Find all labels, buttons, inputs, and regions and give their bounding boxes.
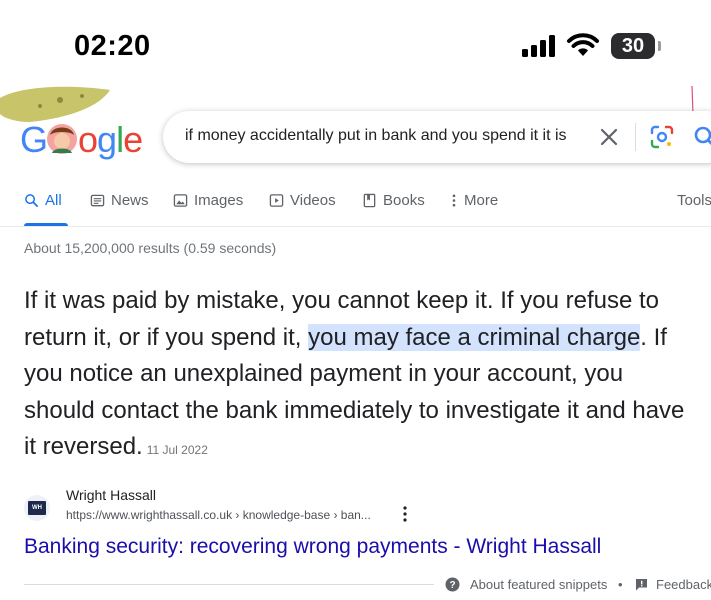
more-vert-icon [452,194,456,207]
image-icon [173,194,188,207]
logo-letter-l: l [116,119,124,160]
tab-label: All [45,192,62,209]
about-featured-snippets-link[interactable]: About featured snippets [470,577,607,592]
search-submit-icon[interactable] [692,124,711,150]
feedback-icon[interactable] [635,578,648,591]
video-icon [269,194,284,207]
result-stats: About 15,200,000 results (0.59 seconds) [24,240,277,256]
tab-all[interactable]: All [24,192,62,209]
cellular-signal-icon [522,35,555,57]
logo-letter-e: e [123,119,143,160]
tab-label: Tools [677,192,711,209]
source-favicon[interactable]: WH [24,495,50,521]
google-logo[interactable]: Gogle [20,119,143,161]
footer-separator: • [618,577,623,592]
snippet-highlight: you may face a criminal charge [308,323,641,351]
status-time: 02:20 [74,30,151,62]
active-tab-indicator [24,223,68,226]
tab-label: News [111,192,149,209]
help-icon[interactable]: ? [445,577,460,592]
tab-news[interactable]: News [90,192,149,209]
google-lens-icon[interactable] [649,124,675,150]
search-divider [635,123,636,151]
doodle-portrait-icon [47,124,77,154]
tab-images[interactable]: Images [173,192,243,209]
tab-tools[interactable]: Tools [677,192,711,209]
snippet-date: 11 Jul 2022 [146,443,208,457]
status-bar: 02:20 30 [0,0,711,84]
result-title-link[interactable]: Banking security: recovering wrong payme… [24,535,601,559]
logo-letter-o: o [78,119,98,160]
tab-label: More [464,192,499,209]
tab-videos[interactable]: Videos [269,192,336,209]
search-input[interactable]: if money accidentally put in bank and yo… [185,127,585,145]
favicon-logo: WH [28,501,46,515]
source-name[interactable]: Wright Hassall [66,487,156,503]
doodle-decoration [0,86,110,122]
feedback-link[interactable]: Feedback [656,577,711,592]
footer-divider [24,584,434,585]
more-options-icon[interactable] [398,505,412,523]
pink-stroke-decoration [691,86,694,114]
battery-nub [658,41,661,51]
tab-label: Videos [290,192,336,209]
news-icon [90,194,105,207]
tab-books[interactable]: Books [362,192,425,209]
wifi-icon [567,33,599,56]
clear-icon[interactable] [598,126,620,148]
search-box[interactable]: if money accidentally put in bank and yo… [163,111,711,163]
logo-letter-g2: g [97,119,117,160]
tab-label: Images [194,192,244,209]
tab-more[interactable]: More [450,192,498,209]
battery-indicator: 30 [611,33,655,59]
book-icon [363,193,376,208]
search-tabs: All News Images Videos Books More Tools [0,186,711,227]
search-icon [25,194,38,207]
svg-text:?: ? [449,580,455,591]
logo-letter-g: G [20,119,48,160]
tab-label: Books [383,192,425,209]
source-url[interactable]: https://www.wrighthassall.co.uk › knowle… [66,508,371,522]
featured-snippet-text: If it was paid by mistake, you cannot ke… [24,283,694,469]
